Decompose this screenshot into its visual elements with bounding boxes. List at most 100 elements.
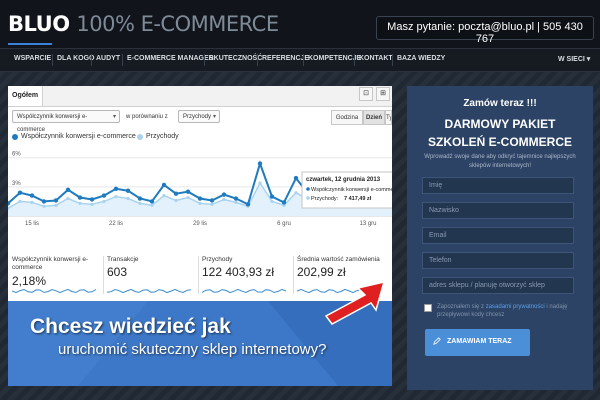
data-point-conversion <box>149 199 155 204</box>
tooltip-swatch-revenue <box>306 196 310 200</box>
data-point-conversion <box>17 190 23 195</box>
metric-label: Transakcje <box>107 256 139 263</box>
data-point-revenue <box>234 200 238 204</box>
nav-item-kontakt[interactable]: KONTAKT <box>359 55 393 62</box>
metric-conversion-rate[interactable]: Współczynnik konwersji e-commerce 2,18% <box>12 256 104 296</box>
data-point-conversion <box>221 192 227 197</box>
data-point-conversion <box>173 191 179 196</box>
tooltip-date: czwartek, 12 grudnia 2013 <box>306 177 381 183</box>
nav-item-baza-wiedzy[interactable]: BAZA WIEDZY <box>397 55 445 62</box>
nav-item-ecommerce-manager[interactable]: E-COMMERCE MANAGER <box>127 55 214 62</box>
banner-headline: Chcesz wiedzieć jak <box>30 315 231 338</box>
compare-select[interactable]: Przychody ▾ <box>178 110 220 123</box>
nav-item-skutecznosc[interactable]: SKUTECZNOŚĆ <box>209 55 262 62</box>
data-point-conversion <box>197 196 203 201</box>
x-tick-label: 29 lis <box>193 221 207 227</box>
legend-swatch-conversion <box>12 134 18 140</box>
legend-label-revenue: Przychody <box>146 133 179 140</box>
email-input[interactable]: Email <box>422 227 574 244</box>
logo-brand: BLUO <box>8 12 70 36</box>
analytics-panel: Ogółem Współczynnik konwersji e-commerce… <box>8 86 392 386</box>
granularity-week-button[interactable]: Ty <box>385 110 392 125</box>
data-point-conversion <box>209 198 215 203</box>
tooltip-value-revenue: 7 417,49 zł <box>344 196 372 202</box>
data-point-conversion <box>257 161 263 166</box>
order-submit-button[interactable]: ZAMAWIAM TERAZ <box>425 329 530 356</box>
compare-select-value: Przychody <box>183 114 212 120</box>
shop-address-input[interactable]: adres sklepu / planuję otworzyć sklep <box>422 277 574 294</box>
data-point-revenue <box>222 197 226 202</box>
privacy-link[interactable]: zasadami prywatności <box>486 304 545 310</box>
sparkline <box>12 288 97 294</box>
export-button[interactable]: ⊡ <box>359 87 373 101</box>
granularity-hour-button[interactable]: Godzina <box>331 110 363 125</box>
tab-overview[interactable]: Ogółem <box>8 86 44 106</box>
data-point-conversion <box>29 193 35 198</box>
data-point-revenue <box>90 202 94 206</box>
pencil-icon <box>433 337 441 345</box>
form-title-free-package: DARMOWY PAKIET <box>444 117 556 131</box>
data-point-conversion <box>101 193 107 198</box>
settings-button[interactable]: ⊞ <box>376 87 390 101</box>
metric-transactions[interactable]: Transakcje 603 <box>103 256 199 296</box>
consent-prefix: Zapoznałem się z <box>437 304 485 310</box>
granularity-day-button[interactable]: Dzień <box>363 110 385 125</box>
data-point-revenue <box>102 199 106 204</box>
tooltip-line-revenue: Przychody: <box>311 196 339 202</box>
nav-separator <box>257 54 258 66</box>
nav-separator <box>52 54 53 66</box>
data-point-conversion <box>233 196 239 201</box>
chevron-down-icon: ▾ <box>112 114 116 120</box>
logo-tagline: 100% E-COMMERCE <box>76 12 279 36</box>
x-tick-label: 13 gru <box>359 221 376 227</box>
banner-subline: uruchomić skuteczny sklep internetowy? <box>58 341 327 358</box>
data-point-revenue <box>294 191 298 195</box>
data-point-conversion <box>137 196 143 201</box>
legend-swatch-revenue <box>137 134 143 140</box>
chevron-down-icon: ▾ <box>212 114 216 120</box>
last-name-input[interactable]: Nazwisko <box>422 202 574 219</box>
nav-item-dla-kogo[interactable]: DLA KOGO <box>57 55 94 62</box>
sparkline <box>202 288 287 294</box>
x-tick-label: 15 lis <box>25 221 39 227</box>
tooltip-line-conversion: Współczynnik konwersji e-commerce: <box>311 187 392 193</box>
metric-label: Średnia wartość zamówienia <box>297 256 380 263</box>
data-point-revenue <box>210 202 214 206</box>
analytics-controls: Współczynnik konwersji e-commerce ▾ w po… <box>8 106 392 133</box>
main-nav: WSPARCIE DLA KOGO AUDYT E-COMMERCE MANAGER S… <box>0 48 600 72</box>
data-point-revenue <box>138 201 142 205</box>
data-point-revenue <box>186 195 190 200</box>
data-point-conversion <box>41 199 47 204</box>
first-name-input[interactable]: Imię <box>422 177 574 194</box>
data-point-conversion <box>281 200 287 205</box>
tooltip-swatch-conversion <box>306 187 310 191</box>
phone-input[interactable]: Telefon <box>422 252 574 269</box>
data-point-revenue <box>270 199 274 204</box>
consent-text: Zapoznałem się z zasadami prywatności i … <box>437 303 587 319</box>
metric-value: 2,18% <box>12 274 47 288</box>
nav-item-w-sieci[interactable]: W SIECI ▾ <box>558 55 590 63</box>
data-point-conversion <box>89 197 95 202</box>
site-logo[interactable]: BLUO 100% E-COMMERCE <box>8 12 279 36</box>
data-point-conversion <box>269 194 275 199</box>
line-chart: 6% 3% 15 lis 22 lis 29 lis 6 gru 13 gru czwarte… <box>8 152 392 227</box>
nav-item-w-sieci-label: W SIECI <box>558 56 585 63</box>
nav-separator <box>303 54 304 66</box>
nav-item-audyt[interactable]: AUDYT <box>96 55 120 62</box>
data-point-revenue <box>198 201 202 205</box>
metric-select[interactable]: Współczynnik konwersji e-commerce ▾ <box>12 110 120 133</box>
metric-revenue[interactable]: Przychody 122 403,93 zł <box>198 256 294 296</box>
order-form-panel: Zamów teraz !!! DARMOWY PAKIET SZKOLEŃ E… <box>407 86 593 390</box>
data-point-revenue <box>162 194 166 198</box>
metric-separator <box>293 256 294 294</box>
data-point-conversion <box>293 175 299 181</box>
form-title-trainings: SZKOLEŃ E-COMMERCE <box>428 135 572 149</box>
data-point-revenue <box>258 181 262 185</box>
order-submit-label: ZAMAWIAM TERAZ <box>447 338 512 345</box>
consent-checkbox[interactable] <box>424 304 432 312</box>
data-point-revenue <box>114 194 118 199</box>
contact-text[interactable]: Masz pytanie: poczta@bluo.pl | 505 430 7… <box>377 21 593 45</box>
data-point-conversion <box>161 182 167 188</box>
nav-item-wsparcie[interactable]: WSPARCIE <box>14 55 51 62</box>
data-point-conversion <box>53 198 59 203</box>
